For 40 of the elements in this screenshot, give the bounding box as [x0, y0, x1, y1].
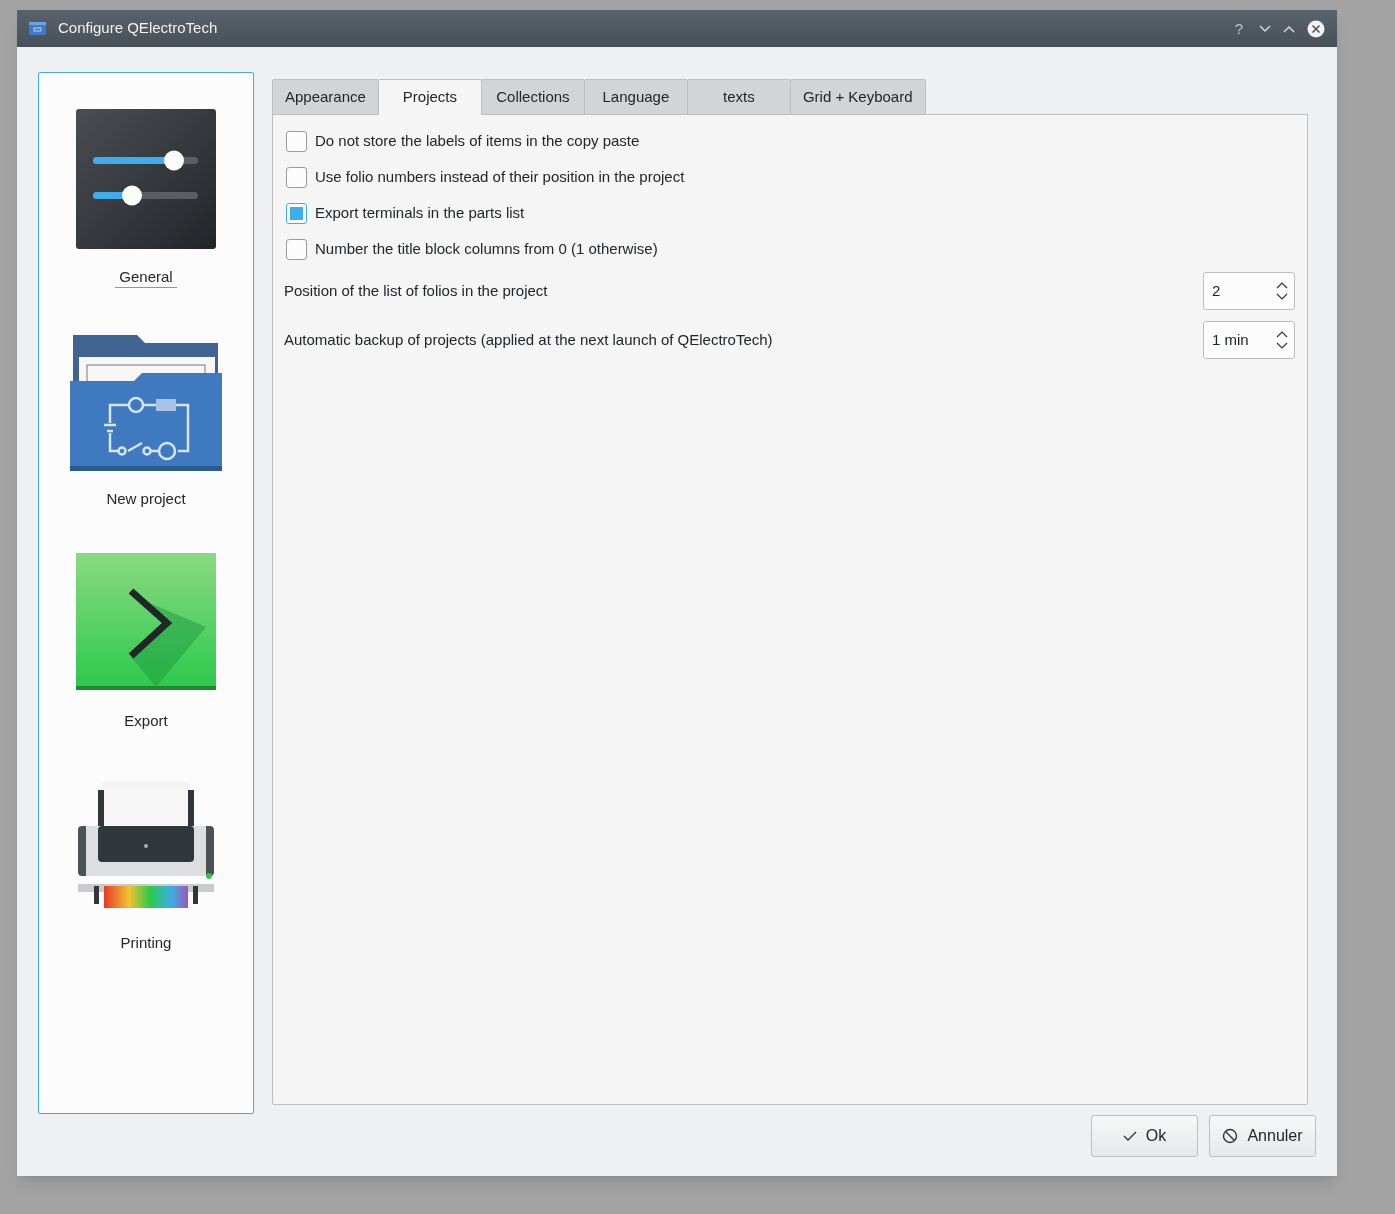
checkbox-label: Number the title block columns from 0 (1 otherwise) [315, 238, 658, 259]
checkmark-icon [1122, 1131, 1137, 1141]
category-label: Printing [119, 933, 173, 953]
folder-icon [70, 335, 222, 471]
maximize-icon[interactable] [1283, 24, 1295, 33]
category-item[interactable]: Printing [46, 775, 246, 969]
window-icon [29, 22, 46, 35]
spin-arrows-icon[interactable] [1276, 281, 1288, 301]
tab[interactable]: Appearance [272, 79, 379, 115]
close-icon[interactable] [1307, 19, 1325, 38]
field-label: Position of the list of folios in the project [284, 280, 548, 301]
category-label: Export [123, 711, 169, 731]
window-title: Configure QElectroTech [58, 18, 218, 39]
checkbox-label: Use folio numbers instead of their position in the project [315, 166, 685, 187]
tab[interactable]: Grid + Keyboard [789, 79, 926, 115]
ok-button[interactable]: Ok [1091, 1115, 1198, 1157]
spin-field[interactable]: 1 min [1203, 321, 1295, 359]
category-item[interactable]: General [46, 109, 246, 303]
tab[interactable]: Language [583, 79, 688, 115]
category-item[interactable]: Export [46, 553, 246, 747]
spin-field[interactable]: 2 [1203, 272, 1295, 310]
cancel-button[interactable]: Annuler [1209, 1115, 1316, 1157]
help-button[interactable]: ? [1231, 21, 1247, 36]
category-label: New project [105, 489, 187, 509]
tab[interactable]: texts [686, 79, 791, 115]
sliders-icon [76, 109, 216, 249]
field-label: Automatic backup of projects (applied at the next launch of QElectroTech) [284, 329, 773, 350]
cancel-icon [1222, 1128, 1239, 1144]
tab[interactable]: Collections [480, 79, 585, 115]
spin-arrows-icon[interactable] [1276, 330, 1288, 350]
checkbox[interactable] [286, 130, 307, 152]
checkbox-label: Do not store the labels of items in the copy paste [315, 130, 640, 151]
category-label: General [115, 267, 177, 288]
checkbox-label: Export terminals in the parts list [315, 202, 525, 223]
checkbox[interactable] [286, 166, 307, 188]
category-item[interactable]: New project [46, 331, 246, 525]
checkbox[interactable] [286, 238, 307, 260]
tab[interactable]: Projects [377, 79, 482, 115]
minimize-icon[interactable] [1259, 24, 1271, 33]
checkbox[interactable] [286, 202, 307, 224]
